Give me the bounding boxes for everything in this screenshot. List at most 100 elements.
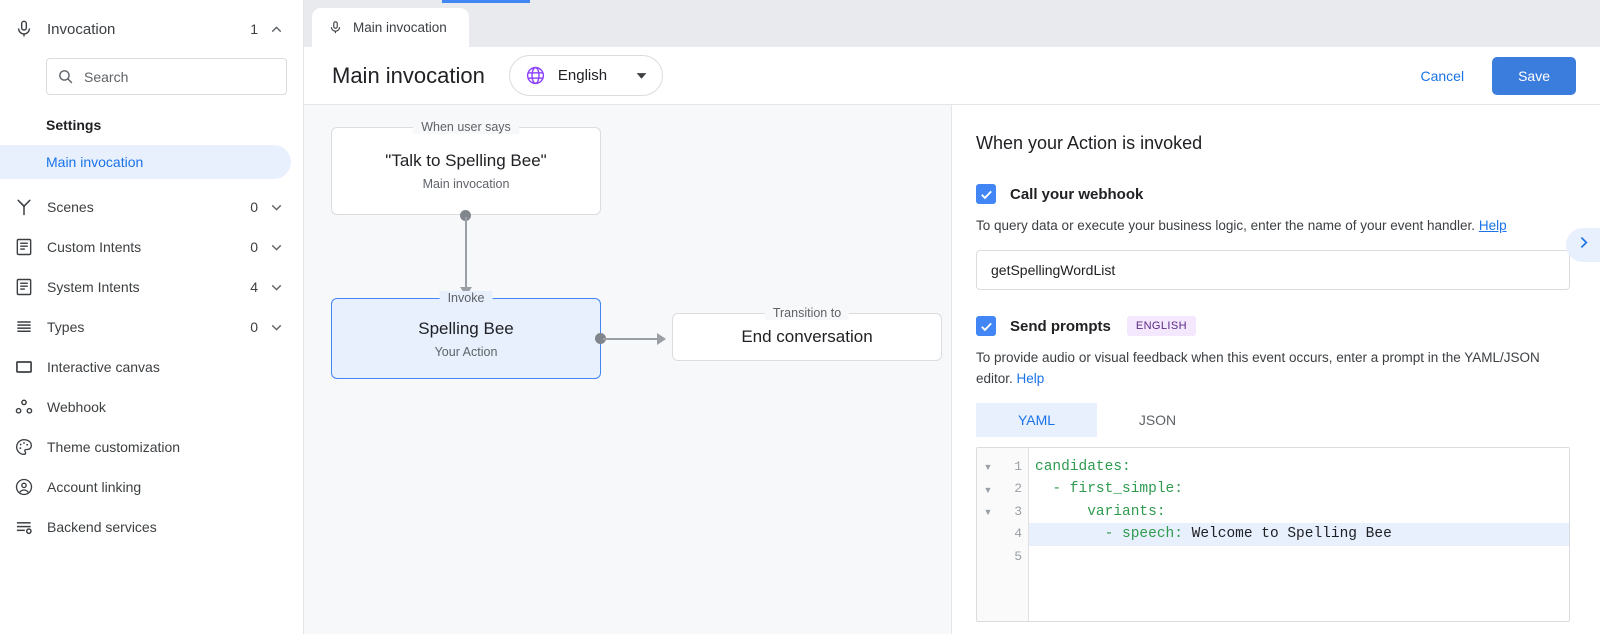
code-line[interactable]: candidates: [1029,456,1569,479]
sidebar-item-types[interactable]: Types 0 [0,307,303,347]
sidebar-item-label: Main invocation [46,154,143,170]
fold-toggle[interactable]: ▼ [977,478,999,501]
sidebar-item-main-invocation[interactable]: Main invocation [0,145,291,179]
nodes-icon [14,397,40,417]
event-handler-input[interactable] [976,250,1570,290]
code-line[interactable]: variants: [1029,501,1569,524]
tab-main-invocation[interactable]: Main invocation [312,8,469,47]
sidebar-item-list: Scenes 0 Custom Intents 0 [0,185,303,547]
connector-line-vertical [465,217,467,289]
language-selector[interactable]: English [509,55,663,96]
chevron-down-icon[interactable] [268,199,285,216]
prompts-description-text: To provide audio or visual feedback when… [976,350,1540,385]
panel-heading: When your Action is invoked [976,133,1570,154]
sidebar-item-scenes[interactable]: Scenes 0 [0,187,303,227]
search-box[interactable] [46,58,287,95]
page-header: Main invocation English Cancel Save [304,47,1600,105]
sidebar-section-title: Settings [0,95,303,141]
webhook-help-link[interactable]: Help [1479,218,1507,233]
editor-code-area[interactable]: candidates: - first_simple: variants: - … [1029,448,1569,621]
cancel-button[interactable]: Cancel [1404,60,1480,92]
fold-toggle [977,546,999,569]
sidebar-header-count: 1 [250,21,258,37]
language-badge: ENGLISH [1127,316,1196,336]
sidebar-item-interactive-canvas[interactable]: Interactive canvas [0,347,303,387]
sidebar-header-label: Invocation [47,21,250,38]
sidebar-item-label: Custom Intents [47,239,250,255]
node-title: End conversation [741,327,872,347]
globe-icon [525,65,546,86]
node-when-user-says[interactable]: When user says "Talk to Spelling Bee" Ma… [331,127,601,215]
sidebar-item-label: Scenes [47,199,250,215]
editor-line-numbers: 1 2 3 4 5 [999,448,1029,621]
tab-yaml[interactable]: YAML [976,403,1097,437]
sidebar-item-count: 0 [250,239,258,255]
tab-json[interactable]: JSON [1097,403,1218,437]
line-number: 4 [999,523,1022,546]
active-tab-indicator [442,0,530,3]
code-key: - speech: [1035,526,1183,542]
sidebar-item-backend-services[interactable]: Backend services [0,507,303,547]
app-root: Invocation 1 Settings Main invocation [0,0,1600,634]
sidebar-item-label: Theme customization [47,439,285,455]
flow-canvas[interactable]: When user says "Talk to Spelling Bee" Ma… [304,105,952,634]
send-prompts-label: Send prompts [1010,318,1111,335]
code-line[interactable]: - first_simple: [1029,478,1569,501]
sidebar: Invocation 1 Settings Main invocation [0,0,304,634]
sidebar-item-label: Webhook [47,399,285,415]
content-body: When user says "Talk to Spelling Bee" Ma… [304,105,1600,634]
scenes-icon [14,197,40,217]
mic-icon [14,19,40,39]
arrow-right-icon [657,333,666,345]
chevron-down-icon[interactable] [268,279,285,296]
chevron-down-icon[interactable] [268,239,285,256]
search-input[interactable] [84,69,276,85]
call-webhook-row[interactable]: Call your webhook [976,184,1570,204]
checkbox-send-prompts[interactable] [976,316,996,336]
node-title: "Talk to Spelling Bee" [385,151,546,171]
page-title: Main invocation [332,63,485,89]
node-subtitle: Main invocation [423,177,510,191]
node-caption: Transition to [765,306,849,320]
send-prompts-row[interactable]: Send prompts ENGLISH [976,316,1570,336]
sidebar-item-system-intents[interactable]: System Intents 4 [0,267,303,307]
code-key: variants: [1035,504,1166,520]
sidebar-item-custom-intents[interactable]: Custom Intents 0 [0,227,303,267]
node-invoke-spelling-bee[interactable]: Invoke Spelling Bee Your Action [331,298,601,379]
collapse-panel-button[interactable] [1566,228,1600,262]
chevron-up-icon[interactable] [268,21,285,38]
language-label: English [558,67,607,84]
sidebar-item-label: Types [47,319,250,335]
sidebar-item-webhook[interactable]: Webhook [0,387,303,427]
sidebar-header-invocation[interactable]: Invocation 1 [0,0,303,58]
checkbox-call-webhook[interactable] [976,184,996,204]
line-number: 5 [999,546,1022,569]
node-transition-end-conversation[interactable]: Transition to End conversation [672,313,942,361]
fold-toggle [977,523,999,546]
call-webhook-label: Call your webhook [1010,186,1143,203]
sidebar-item-label: Interactive canvas [47,359,285,375]
fold-toggle[interactable]: ▼ [977,501,999,524]
line-number: 3 [999,501,1022,524]
chevron-down-icon[interactable] [635,69,648,82]
code-line[interactable]: - speech: Welcome to Spelling Bee [1029,523,1569,546]
sidebar-item-count: 0 [250,199,258,215]
sidebar-item-account-linking[interactable]: Account linking [0,467,303,507]
chevron-down-icon[interactable] [268,319,285,336]
sidebar-item-count: 0 [250,319,258,335]
lines-icon [14,317,40,337]
save-button[interactable]: Save [1492,57,1576,95]
main-area: Main invocation Main invocation English … [304,0,1600,634]
sidebar-item-count: 4 [250,279,258,295]
tab-label: Main invocation [353,20,447,35]
list-document-icon [14,237,40,257]
code-line[interactable] [1029,546,1569,569]
code-value: Welcome to Spelling Bee [1183,526,1392,542]
sidebar-item-theme-customization[interactable]: Theme customization [0,427,303,467]
fold-toggle[interactable]: ▼ [977,456,999,479]
webhook-description-text: To query data or execute your business l… [976,218,1475,233]
prompts-help-link[interactable]: Help [1017,371,1045,386]
editor-fold-column: ▼ ▼ ▼ [977,448,999,621]
yaml-editor[interactable]: ▼ ▼ ▼ 1 2 3 4 5 candidates: [976,447,1570,622]
node-caption: When user says [413,120,519,134]
